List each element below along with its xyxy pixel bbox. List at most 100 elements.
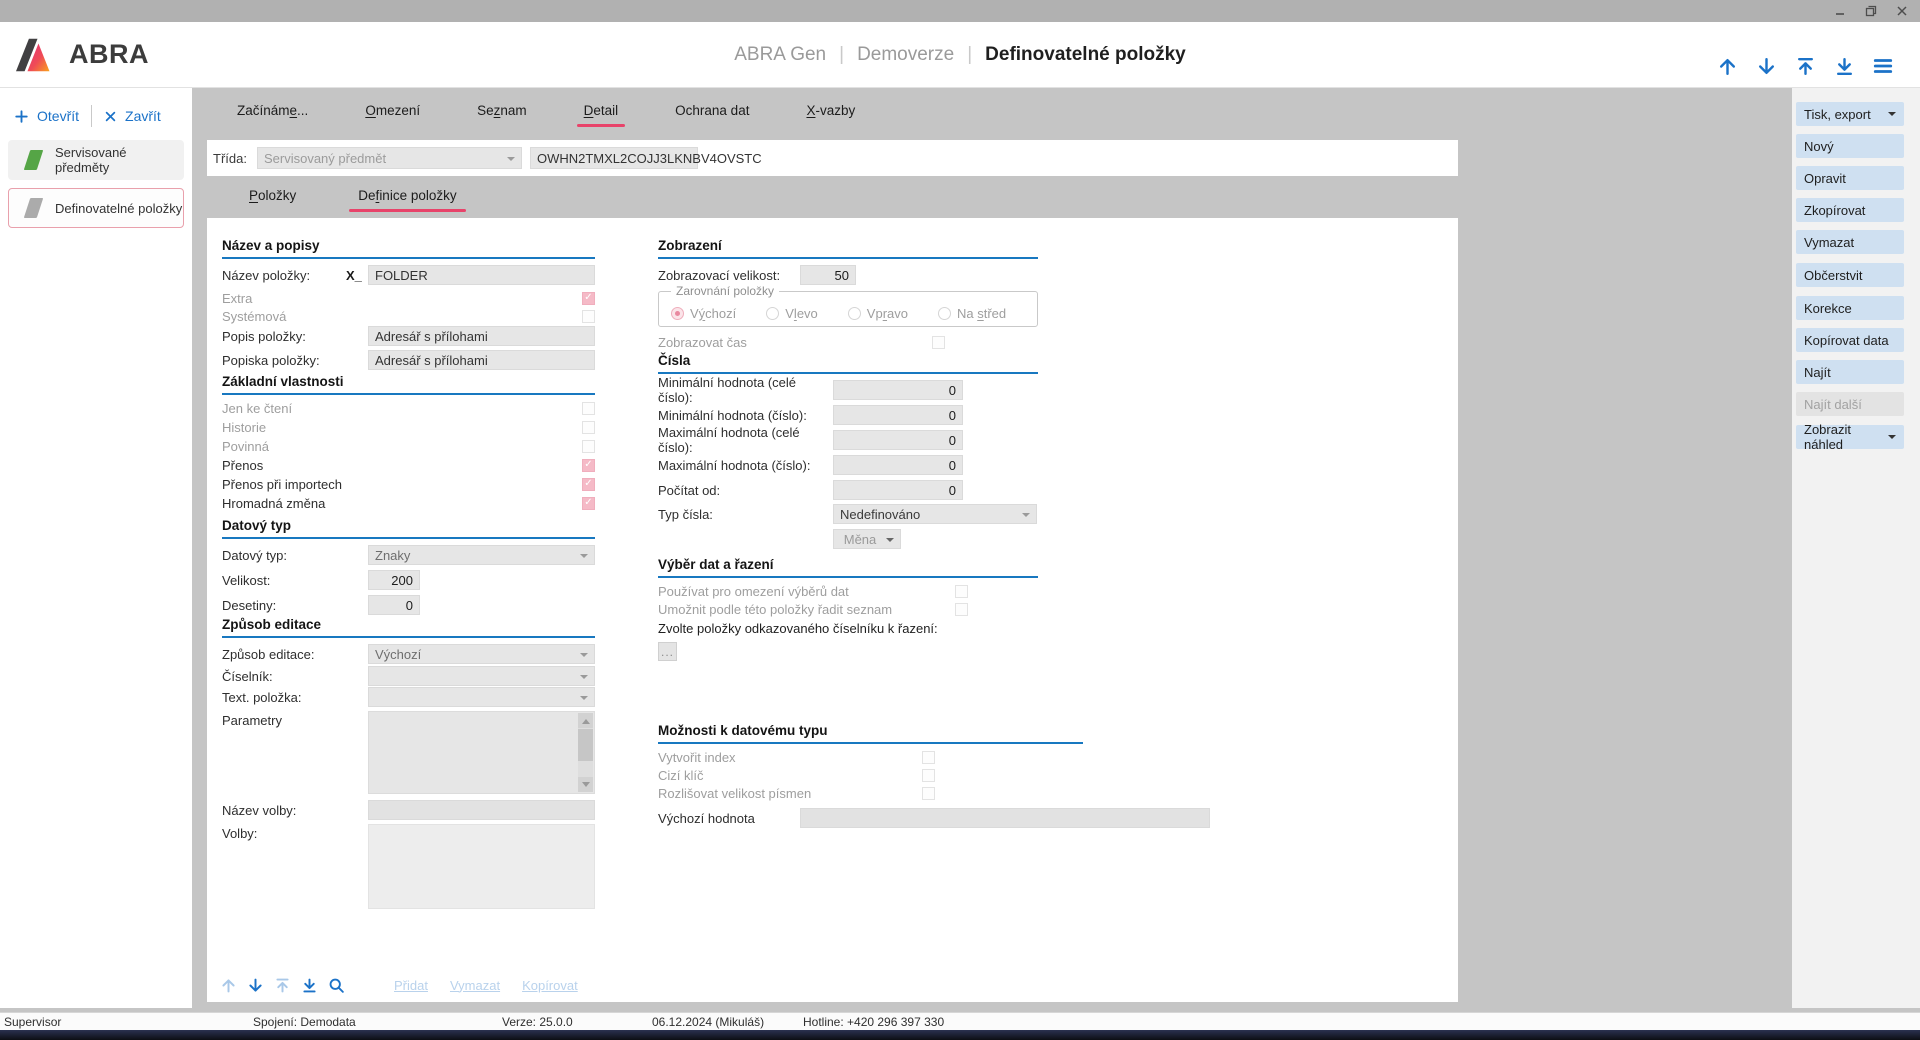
kopirovat-data-button[interactable]: Kopírovat data: [1796, 328, 1904, 352]
prenos-pri-importech-checkbox[interactable]: [582, 478, 595, 491]
nazev-polozky-input[interactable]: FOLDER: [368, 265, 595, 285]
tisk-export-button[interactable]: Tisk, export: [1796, 102, 1904, 126]
detail-subtabbar: Položky Definice položky: [192, 176, 1792, 218]
minimize-button[interactable]: [1832, 3, 1848, 19]
systemova-checkbox[interactable]: [582, 310, 595, 323]
najit-button[interactable]: Najít: [1796, 360, 1904, 384]
move-first-button[interactable]: [1794, 55, 1816, 77]
move-down-button[interactable]: [1755, 55, 1777, 77]
chevron-down-icon: [580, 554, 588, 562]
agenda-icon: [24, 198, 43, 218]
scrollbar[interactable]: [578, 713, 593, 792]
zobrazovat-cas-checkbox[interactable]: [932, 336, 945, 349]
extra-checkbox[interactable]: [582, 292, 595, 305]
scroll-down-icon[interactable]: [578, 777, 593, 792]
chevron-down-icon: [1888, 435, 1896, 443]
pridat-link[interactable]: Přidat: [394, 978, 428, 993]
hromadna-zmena-checkbox[interactable]: [582, 497, 595, 510]
opravit-button[interactable]: Opravit: [1796, 166, 1904, 190]
row-datovy-typ: Datový typ: Znaky: [222, 545, 595, 565]
vymazat-link[interactable]: Vymazat: [450, 978, 500, 993]
zobrazovaci-velikost-input[interactable]: 50: [800, 265, 856, 285]
move-last-button[interactable]: [1833, 55, 1855, 77]
tab-zaciname[interactable]: Začínáme...: [233, 97, 312, 128]
move-up-button[interactable]: [1716, 55, 1738, 77]
zkopirovat-button[interactable]: Zkopírovat: [1796, 198, 1904, 222]
min-cele-input[interactable]: 0: [833, 380, 963, 400]
vychozi-hodnota-input[interactable]: [800, 808, 1210, 828]
radio-vychozi[interactable]: Výchozí: [671, 306, 736, 321]
nazev-volby-input[interactable]: [368, 800, 595, 820]
row-down-button[interactable]: [246, 976, 264, 994]
prenos-checkbox[interactable]: [582, 459, 595, 472]
rozlisovat-velikost-checkbox[interactable]: [922, 787, 935, 800]
row-up-button[interactable]: [219, 976, 237, 994]
umoznit-razeni-checkbox[interactable]: [955, 603, 968, 616]
row-last-button[interactable]: [300, 976, 318, 994]
volby-textarea[interactable]: [368, 824, 595, 909]
korekce-button[interactable]: Korekce: [1796, 296, 1904, 320]
scroll-up-icon[interactable]: [578, 713, 593, 728]
velikost-input[interactable]: 200: [368, 570, 420, 590]
tab-omezeni[interactable]: Omezení: [361, 97, 424, 128]
row-first-button[interactable]: [273, 976, 291, 994]
breadcrumb-separator: |: [967, 44, 972, 66]
radio-icon: [848, 307, 861, 320]
pocitat-od-input[interactable]: 0: [833, 480, 963, 500]
max-cele-input[interactable]: 0: [833, 430, 963, 450]
pouzivat-omezeni-checkbox[interactable]: [955, 585, 968, 598]
datovy-typ-select[interactable]: Znaky: [368, 545, 595, 565]
kopirovat-link[interactable]: Kopírovat: [522, 978, 578, 993]
subtab-polozky[interactable]: Položky: [243, 182, 302, 213]
zpusob-editace-select[interactable]: Výchozí: [368, 644, 595, 664]
section-zobrazeni: Zobrazení: [658, 238, 1038, 259]
popiska-polozky-input[interactable]: Adresář s přílohami: [368, 350, 595, 370]
search-button[interactable]: [327, 976, 345, 994]
text-polozka-select[interactable]: [368, 687, 595, 707]
max-cislo-input[interactable]: 0: [833, 455, 963, 475]
parametry-textarea[interactable]: [368, 711, 595, 794]
prefix-label: X_: [346, 268, 368, 283]
tab-ochrana-dat[interactable]: Ochrana dat: [671, 97, 753, 128]
tab-x-vazby[interactable]: X-vazby: [802, 97, 859, 128]
subtab-definice-polozky[interactable]: Definice položky: [352, 182, 462, 213]
more-options-button[interactable]: ...: [658, 642, 677, 661]
obcerstvit-button[interactable]: Občerstvit: [1796, 263, 1904, 287]
breadcrumb-app: ABRA Gen: [734, 44, 826, 66]
historie-checkbox[interactable]: [582, 421, 595, 434]
mena-select[interactable]: Měna: [833, 529, 901, 549]
min-cislo-input[interactable]: 0: [833, 405, 963, 425]
row-prenos-pri-importech: Přenos při importech: [222, 477, 595, 491]
jen-ke-cteni-checkbox[interactable]: [582, 402, 595, 415]
restore-button[interactable]: [1863, 3, 1879, 19]
novy-button[interactable]: Nový: [1796, 134, 1904, 158]
tab-seznam[interactable]: Seznam: [473, 97, 531, 128]
class-row: Třída: Servisovaný předmět OWHN2TMXL2COJ…: [207, 140, 1458, 176]
checkbox-label: Systémová: [222, 309, 286, 324]
vymazat-button[interactable]: Vymazat: [1796, 230, 1904, 254]
class-code-field[interactable]: OWHN2TMXL2COJJ3LKNBV4OVSTC: [530, 147, 698, 169]
radio-na-stred[interactable]: Na střed: [938, 306, 1006, 321]
chevron-down-icon: [580, 675, 588, 683]
class-select[interactable]: Servisovaný předmět: [257, 147, 522, 169]
ciselnik-select[interactable]: [368, 666, 595, 686]
povinna-checkbox[interactable]: [582, 440, 595, 453]
typ-cisla-select[interactable]: Nedefinováno: [833, 504, 1037, 524]
sidebar-item-servisovane-predmety[interactable]: Servisované předměty: [8, 140, 184, 180]
popis-polozky-input[interactable]: Adresář s přílohami: [368, 326, 595, 346]
sidebar-item-definovatelne-polozky[interactable]: Definovatelné položky: [8, 188, 184, 228]
close-button[interactable]: [1894, 3, 1910, 19]
radio-vpravo[interactable]: Vpravo: [848, 306, 908, 321]
radio-vlevo[interactable]: Vlevo: [766, 306, 818, 321]
open-agenda-button[interactable]: Otevřít: [14, 108, 79, 124]
scrollbar-thumb[interactable]: [578, 729, 593, 761]
vytvorit-index-checkbox[interactable]: [922, 751, 935, 764]
zobrazit-nahled-button[interactable]: Zobrazit náhled: [1796, 425, 1904, 449]
menu-button[interactable]: [1872, 55, 1894, 77]
desetiny-input[interactable]: 0: [368, 595, 420, 615]
cizi-klic-checkbox[interactable]: [922, 769, 935, 782]
tab-detail[interactable]: Detail: [580, 97, 623, 128]
close-agenda-button[interactable]: Zavřít: [104, 108, 161, 124]
najit-dalsi-button[interactable]: Najít další: [1796, 392, 1904, 416]
row-ciselnik: Číselník:: [222, 666, 595, 686]
